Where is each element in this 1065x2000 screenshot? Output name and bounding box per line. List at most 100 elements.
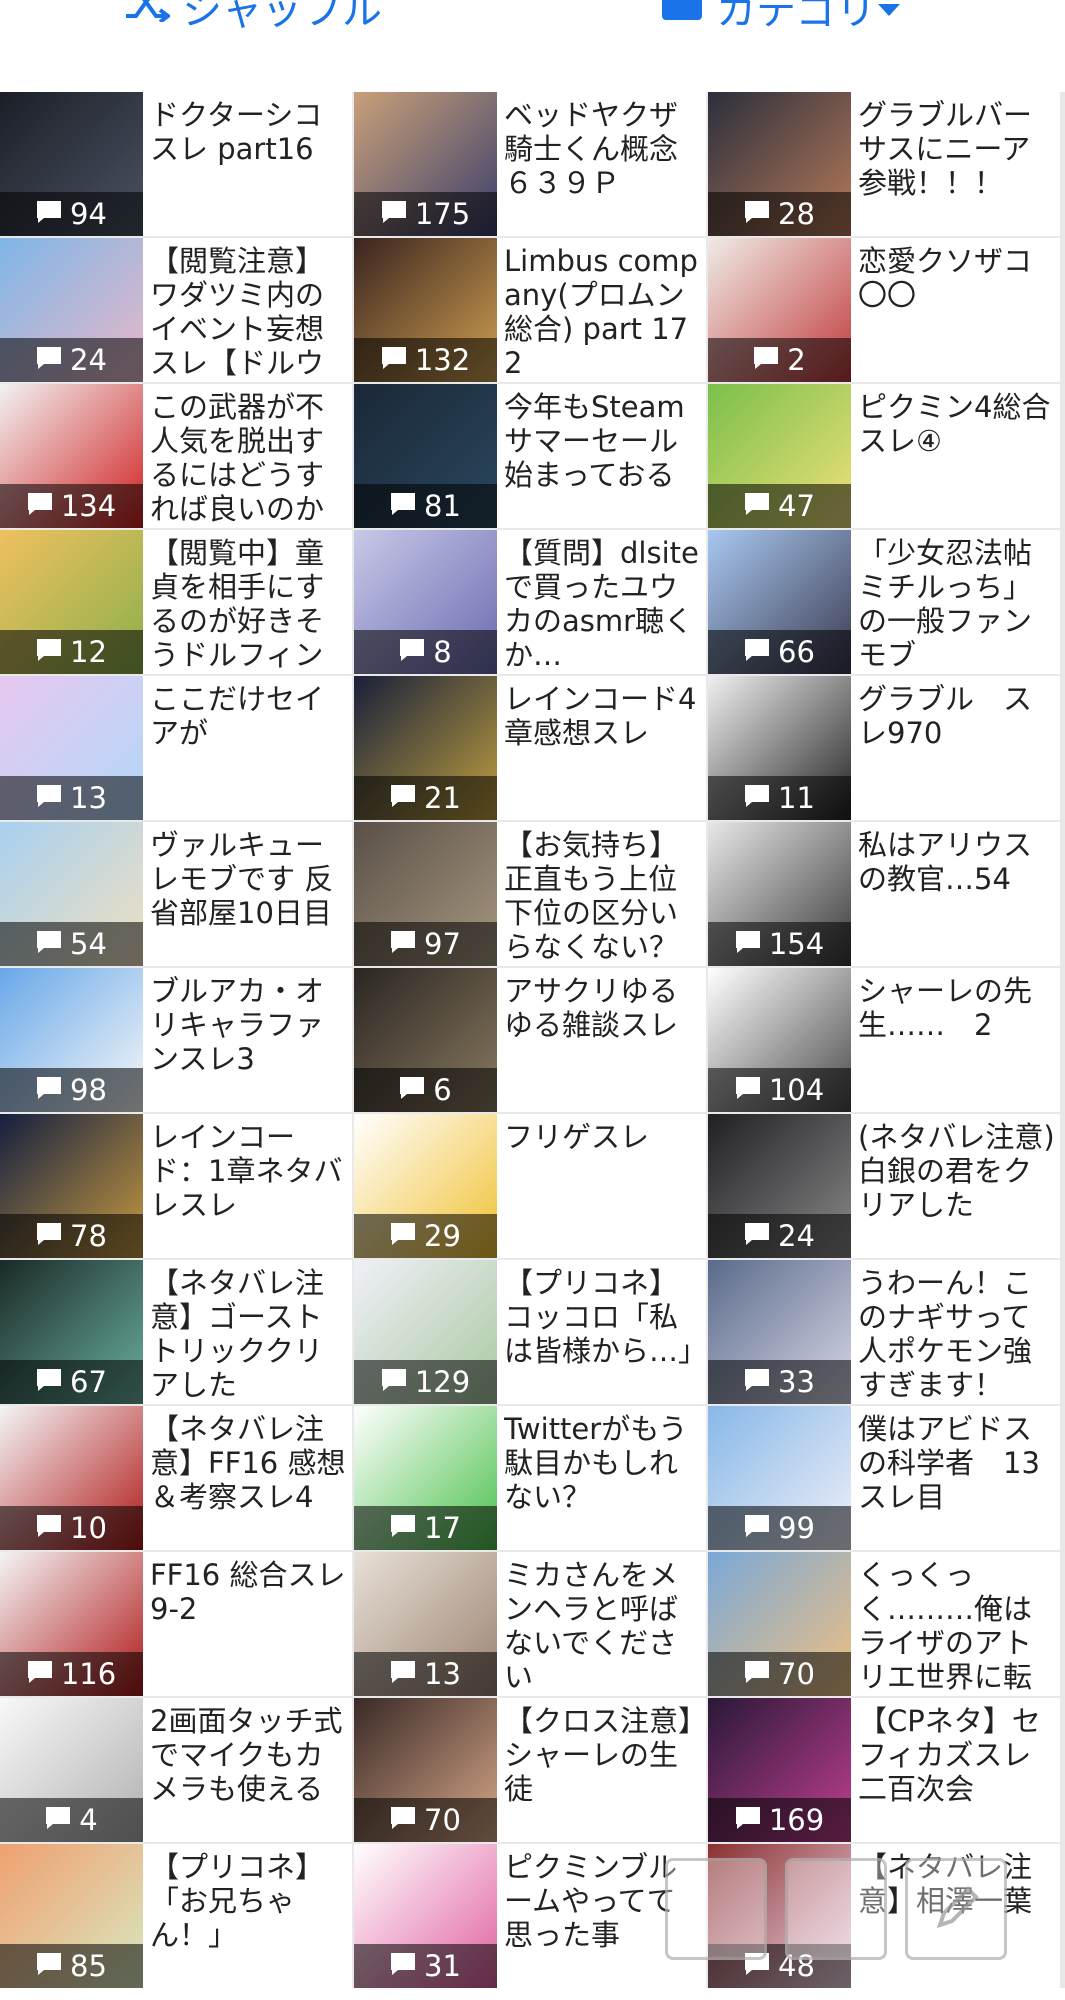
- reply-count: 2: [787, 343, 806, 377]
- thread-tile[interactable]: 4 2画面タッチ式でマイクもカメラも使える: [0, 1698, 352, 1842]
- thread-thumbnail: 66: [708, 530, 851, 674]
- thread-tile[interactable]: 10 【ネタバレ注意】FF16 感想＆考察スレ4: [0, 1406, 352, 1550]
- reply-count: 8: [433, 635, 452, 669]
- thread-title: 【ネタバレ注意】FF16 感想＆考察スレ4: [150, 1412, 346, 1514]
- search-floating-button[interactable]: [785, 1858, 887, 1960]
- thread-tile[interactable]: 97 【お気持ち】正直もう上位下位の区分いらなくない？: [354, 822, 706, 966]
- comment-icon: [744, 1657, 778, 1691]
- thread-thumbnail: 29: [354, 1114, 497, 1258]
- thread-thumbnail: 116: [0, 1552, 143, 1696]
- thread-thumbnail: 78: [0, 1114, 143, 1258]
- thread-title: 【質問】dlsiteで買ったユウカのasmr聴くか…: [504, 536, 699, 672]
- reply-count: 97: [424, 927, 461, 961]
- thread-tile[interactable]: 66 「少女忍法帖ミチルっち」の一般ファンモブ: [708, 530, 1060, 674]
- thread-tile[interactable]: 31 ピクミンブルームやってて思った事: [354, 1844, 706, 1988]
- comment-icon: [744, 489, 778, 523]
- thread-title: 【閲覧注意】ワダツミ内のイベント妄想スレ【ドルウ: [150, 244, 325, 380]
- reply-count-badge: 78: [0, 1214, 143, 1258]
- reply-count: 13: [424, 1657, 461, 1691]
- thread-tile[interactable]: 70 くっくっく………俺はライザのアトリエ世界に転: [708, 1552, 1060, 1696]
- thread-tile[interactable]: 81 今年もSteamサマーセール始まっておる: [354, 384, 706, 528]
- thread-tile[interactable]: 17 Twitterがもう駄目かもしれない？: [354, 1406, 706, 1550]
- thread-title: ブルアカ・オリキャラファンスレ3: [150, 974, 325, 1076]
- thread-title: 【クロス注意】シャーレの生徒: [504, 1704, 693, 1806]
- thread-tile[interactable]: 98 ブルアカ・オリキャラファンスレ3: [0, 968, 352, 1112]
- thread-tile[interactable]: 134 この武器が不人気を脱出するにはどうすれば良いのか: [0, 384, 352, 528]
- shuffle-button[interactable]: シャッフル: [124, 0, 382, 34]
- category-dropdown[interactable]: カテゴリ: [660, 0, 914, 34]
- thread-tile[interactable]: 99 僕はアビドスの科学者 13スレ目: [708, 1406, 1060, 1550]
- thread-thumbnail: 11: [708, 676, 851, 820]
- thread-tile[interactable]: 12 【閲覧中】童貞を相手にするのが好きそうドルフィン: [0, 530, 352, 674]
- thread-tile[interactable]: 175 ベッドヤクザ騎士くん概念 ６３９Ｐ: [354, 92, 706, 236]
- thread-title: ピクミン4総合スレ④: [858, 390, 1051, 458]
- thread-tile[interactable]: 6 アサクリゆるゆる雑談スレ: [354, 968, 706, 1112]
- reply-count: 11: [778, 781, 815, 815]
- pencil-icon: [926, 1879, 986, 1943]
- thread-grid: 94 ドクターシコスレ part16 175 ベッドヤクザ騎士くん概念 ６３９Ｐ 28 グ…: [0, 92, 1065, 1988]
- thread-tile[interactable]: 2 恋愛クソザコ〇〇: [708, 238, 1060, 382]
- comment-icon: [36, 1949, 70, 1983]
- thread-title: ここだけセイアが: [150, 682, 325, 750]
- chevron-down-icon: [876, 0, 914, 30]
- thread-tile[interactable]: 47 ピクミン4総合スレ④: [708, 384, 1060, 528]
- thread-tile[interactable]: 11 グラブル スレ970: [708, 676, 1060, 820]
- reply-count-badge: 13: [0, 776, 143, 820]
- thread-tile[interactable]: 21 レインコード4章感想スレ: [354, 676, 706, 820]
- thread-thumbnail: 98: [0, 968, 143, 1112]
- thread-tile[interactable]: 94 ドクターシコスレ part16: [0, 92, 352, 236]
- thread-tile[interactable]: 154 私はアリウスの教官…54: [708, 822, 1060, 966]
- comment-icon: [735, 1803, 769, 1837]
- thread-thumbnail: 10: [0, 1406, 143, 1550]
- thread-title: この武器が不人気を脱出するにはどうすれば良いのか: [150, 390, 325, 526]
- reply-count: 134: [60, 489, 117, 523]
- reply-count: 28: [778, 197, 815, 231]
- reply-count-badge: 97: [354, 922, 497, 966]
- reply-count-badge: 104: [708, 1068, 851, 1112]
- reply-count: 21: [424, 781, 461, 815]
- thread-tile[interactable]: 129 【プリコネ】コッコロ「私は皆様から…」: [354, 1260, 706, 1404]
- comment-icon: [735, 927, 769, 961]
- thread-tile[interactable]: 24 【閲覧注意】ワダツミ内のイベント妄想スレ【ドルウ: [0, 238, 352, 382]
- reply-count-badge: 10: [0, 1506, 143, 1550]
- compose-floating-button[interactable]: [905, 1858, 1007, 1960]
- thread-tile[interactable]: 78 レインコード：1章ネタバレスレ: [0, 1114, 352, 1258]
- reply-count-badge: 70: [708, 1652, 851, 1696]
- thread-tile[interactable]: 54 ヴァルキューレモブです 反省部屋10日目: [0, 822, 352, 966]
- reply-count: 54: [70, 927, 107, 961]
- thread-tile[interactable]: 28 グラブルバーサスにニーア参戦！！！: [708, 92, 1060, 236]
- comment-icon: [399, 635, 433, 669]
- reply-count-badge: 6: [354, 1068, 497, 1112]
- thread-tile[interactable]: 24 (ネタバレ注意)白銀の君をクリアした: [708, 1114, 1060, 1258]
- thread-tile[interactable]: 67 【ネタバレ注意】ゴーストトリッククリアした: [0, 1260, 352, 1404]
- reply-count-badge: 94: [0, 192, 143, 236]
- thread-tile[interactable]: 132 Limbus company(プロムン総合) part 172: [354, 238, 706, 382]
- reply-count-badge: 132: [354, 338, 497, 382]
- reply-count: 6: [433, 1073, 452, 1107]
- thread-tile[interactable]: 104 シャーレの先生…… 2: [708, 968, 1060, 1112]
- thread-thumbnail: 175: [354, 92, 497, 236]
- thread-tile[interactable]: 33 うわーん！このナギサって人ポケモン強すぎます！: [708, 1260, 1060, 1404]
- thread-tile[interactable]: 116 FF16 総合スレ9-2: [0, 1552, 352, 1696]
- thread-tile[interactable]: 8 【質問】dlsiteで買ったユウカのasmr聴くか…: [354, 530, 706, 674]
- comment-icon: [36, 1365, 70, 1399]
- reply-count-badge: 169: [708, 1798, 851, 1842]
- thread-tile[interactable]: 85 【プリコネ】「お兄ちゃん！」: [0, 1844, 352, 1988]
- thread-title: 2画面タッチ式でマイクもカメラも使える: [150, 1704, 343, 1806]
- reply-count: 99: [778, 1511, 815, 1545]
- thread-title: アサクリゆるゆる雑談スレ: [504, 974, 679, 1042]
- thread-tile[interactable]: 13 ミカさんをメンヘラと呼ばないでください: [354, 1552, 706, 1696]
- reply-count-badge: 29: [354, 1214, 497, 1258]
- thread-title: くっくっく………俺はライザのアトリエ世界に転: [858, 1558, 1033, 1694]
- thread-tile[interactable]: 169 【CPネタ】セフィカズスレ二百次会: [708, 1698, 1060, 1842]
- thread-tile[interactable]: 70 【クロス注意】シャーレの生徒: [354, 1698, 706, 1842]
- comment-icon: [390, 1949, 424, 1983]
- comment-icon: [399, 1073, 433, 1107]
- home-floating-button[interactable]: [665, 1858, 767, 1960]
- thread-thumbnail: 70: [354, 1698, 497, 1842]
- reply-count: 29: [424, 1219, 461, 1253]
- category-label: カテゴリ: [716, 0, 876, 34]
- reply-count: 175: [414, 197, 471, 231]
- thread-tile[interactable]: 13 ここだけセイアが: [0, 676, 352, 820]
- thread-tile[interactable]: 29 フリゲスレ: [354, 1114, 706, 1258]
